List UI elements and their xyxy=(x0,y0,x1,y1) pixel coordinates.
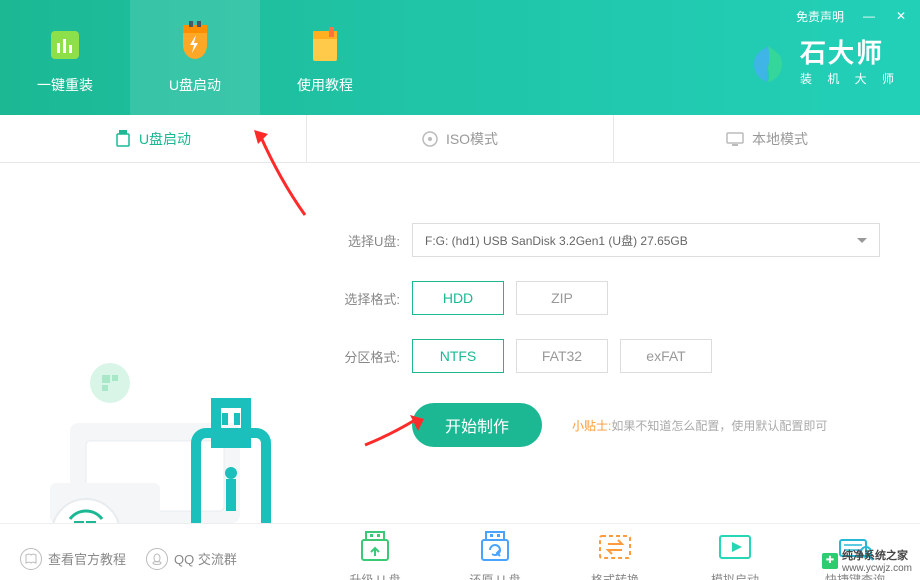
partition-label: 分区格式: xyxy=(320,347,400,366)
brand-subtitle: 装 机 大 师 xyxy=(800,70,900,87)
bar-chart-icon xyxy=(45,21,85,69)
tool-restore-usb[interactable]: 还原 U 盘 xyxy=(450,529,540,580)
tool-label: 还原 U 盘 xyxy=(469,571,520,580)
tool-label: 格式转换 xyxy=(591,571,639,580)
tool-upgrade-usb[interactable]: 升级 U 盘 xyxy=(330,529,420,580)
usb-icon xyxy=(115,130,131,148)
footer-link-label: 查看官方教程 xyxy=(48,549,126,568)
play-rect-icon xyxy=(715,529,755,565)
usb-select-value: F:G: (hd1) USB SanDisk 3.2Gen1 (U盘) 27.6… xyxy=(425,232,688,249)
minimize-button[interactable]: — xyxy=(862,9,876,23)
partition-option-exfat[interactable]: exFAT xyxy=(620,339,712,373)
close-button[interactable]: ✕ xyxy=(894,9,908,23)
tool-label: 模拟启动 xyxy=(711,571,759,580)
nav-tab-usb[interactable]: U盘启动 xyxy=(130,0,260,115)
partition-option-fat32[interactable]: FAT32 xyxy=(516,339,608,373)
subtab-usb[interactable]: U盘启动 xyxy=(0,115,307,162)
nav-tab-label: 使用教程 xyxy=(297,75,353,95)
nav-tab-oneclick[interactable]: 一键重装 xyxy=(0,0,130,115)
tool-label: 快捷键查询 xyxy=(825,571,885,580)
subtab-label: U盘启动 xyxy=(139,129,191,149)
format-label: 选择格式: xyxy=(320,289,400,308)
disclaimer-link[interactable]: 免责声明 xyxy=(796,8,844,25)
footer-link-qq[interactable]: QQ 交流群 xyxy=(146,548,237,570)
usb-select[interactable]: F:G: (hd1) USB SanDisk 3.2Gen1 (U盘) 27.6… xyxy=(412,223,880,257)
usb-refresh-icon xyxy=(475,529,515,565)
partition-option-ntfs[interactable]: NTFS xyxy=(412,339,504,373)
usb-up-icon xyxy=(355,529,395,565)
tip: 小贴士:如果不知道怎么配置，使用默认配置即可 xyxy=(572,417,827,434)
brand: 石大师 装 机 大 师 xyxy=(746,40,900,87)
illustration xyxy=(0,163,310,523)
tool-label: 升级 U 盘 xyxy=(349,571,400,580)
usb-select-label: 选择U盘: xyxy=(320,231,400,250)
footer-link-label: QQ 交流群 xyxy=(174,549,237,568)
nav-tab-label: 一键重装 xyxy=(37,75,93,95)
nav-tab-tutorial[interactable]: 使用教程 xyxy=(260,0,390,115)
tip-label: 小贴士: xyxy=(572,419,611,433)
subtab-local[interactable]: 本地模式 xyxy=(614,115,920,162)
monitor-icon xyxy=(726,132,744,146)
footer-link-tutorial[interactable]: 查看官方教程 xyxy=(20,548,126,570)
start-button[interactable]: 开始制作 xyxy=(412,403,542,447)
format-option-hdd[interactable]: HDD xyxy=(412,281,504,315)
book-small-icon xyxy=(20,548,42,570)
book-icon xyxy=(305,21,345,69)
subtab-label: 本地模式 xyxy=(752,129,808,149)
tip-text: 如果不知道怎么配置，使用默认配置即可 xyxy=(611,419,827,433)
brand-logo-icon xyxy=(746,42,790,86)
brand-title: 石大师 xyxy=(800,40,900,66)
tool-format-convert[interactable]: 格式转换 xyxy=(570,529,660,580)
convert-icon xyxy=(595,529,635,565)
qq-icon xyxy=(146,548,168,570)
subtab-label: ISO模式 xyxy=(446,129,498,149)
nav-tab-label: U盘启动 xyxy=(169,75,221,95)
tool-hotkey-search[interactable]: 快捷键查询 xyxy=(810,529,900,580)
keyboard-search-icon xyxy=(835,529,875,565)
subtab-iso[interactable]: ISO模式 xyxy=(307,115,614,162)
shield-bolt-icon xyxy=(175,21,215,69)
disc-icon xyxy=(422,131,438,147)
format-option-zip[interactable]: ZIP xyxy=(516,281,608,315)
tool-simulate-boot[interactable]: 模拟启动 xyxy=(690,529,780,580)
